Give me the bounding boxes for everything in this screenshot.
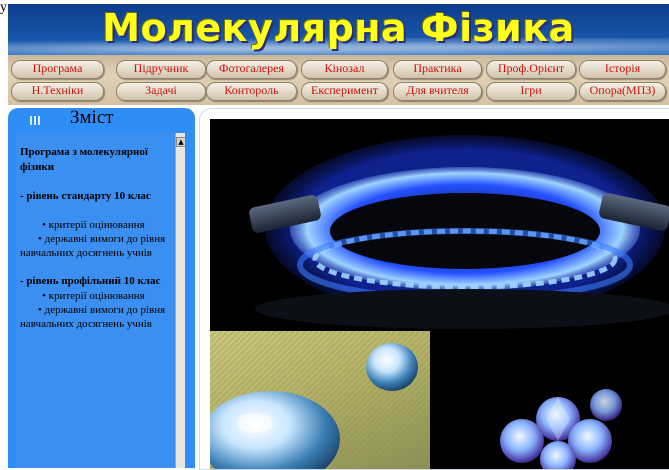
nav-games[interactable]: Ігри: [486, 82, 576, 101]
nav-program[interactable]: Програмa: [11, 60, 104, 79]
nav-tech-new[interactable]: Н.Техніки: [11, 82, 104, 101]
nav-for-teacher[interactable]: Для вчителя: [393, 82, 482, 101]
site-title: Молекулярна Фізика: [102, 6, 575, 50]
list-item[interactable]: • державні вимоги до рівня навчальних до…: [20, 232, 175, 260]
section-heading[interactable]: - рівень стандарту 10 клас: [20, 189, 175, 204]
nav-experiment[interactable]: Експеримент: [301, 82, 388, 101]
site-header: Молекулярна Фізика Програмa Підручник Фо…: [8, 4, 669, 105]
section-heading[interactable]: Програма з молекулярної фізики: [20, 145, 175, 175]
nav-textbook[interactable]: Підручник: [116, 60, 206, 79]
nav-photo-gallery[interactable]: Фотогалерея: [206, 60, 297, 79]
sidebar-edge: [185, 133, 195, 468]
sidebar-title: Зміст: [70, 107, 114, 128]
top-stray-text: у: [0, 0, 7, 15]
list-item[interactable]: • державні вимоги до рівня навчальних до…: [20, 303, 175, 331]
main-panel: [199, 108, 669, 470]
nav-tasks[interactable]: Задачі: [116, 82, 206, 101]
nav-support-mpz[interactable]: Опора(МПЗ): [579, 82, 666, 101]
water-drop-image: [210, 331, 430, 469]
crystals-image: [430, 331, 669, 469]
nav-cinema[interactable]: Кінозал: [301, 60, 388, 79]
nav-control[interactable]: Контороль: [206, 82, 297, 101]
nav-prof-orient[interactable]: Проф.Орієнт: [486, 60, 576, 79]
sidebar: Зміст Програма з молекулярної фізики - р…: [8, 107, 195, 468]
list-item[interactable]: • критерії оцінювання: [20, 218, 175, 232]
nav-practice[interactable]: Практика: [393, 60, 482, 79]
gas-burner-image: [210, 119, 669, 331]
grip-icon: [30, 112, 42, 125]
nav-history[interactable]: Історія: [579, 60, 666, 79]
sidebar-content: Програма з молекулярної фізики - рівень …: [16, 133, 175, 468]
section-heading[interactable]: - рівень профільний 10 клас: [20, 274, 175, 289]
list-item[interactable]: • критерії оцінювання: [20, 289, 175, 303]
sidebar-header: Зміст: [8, 107, 195, 130]
